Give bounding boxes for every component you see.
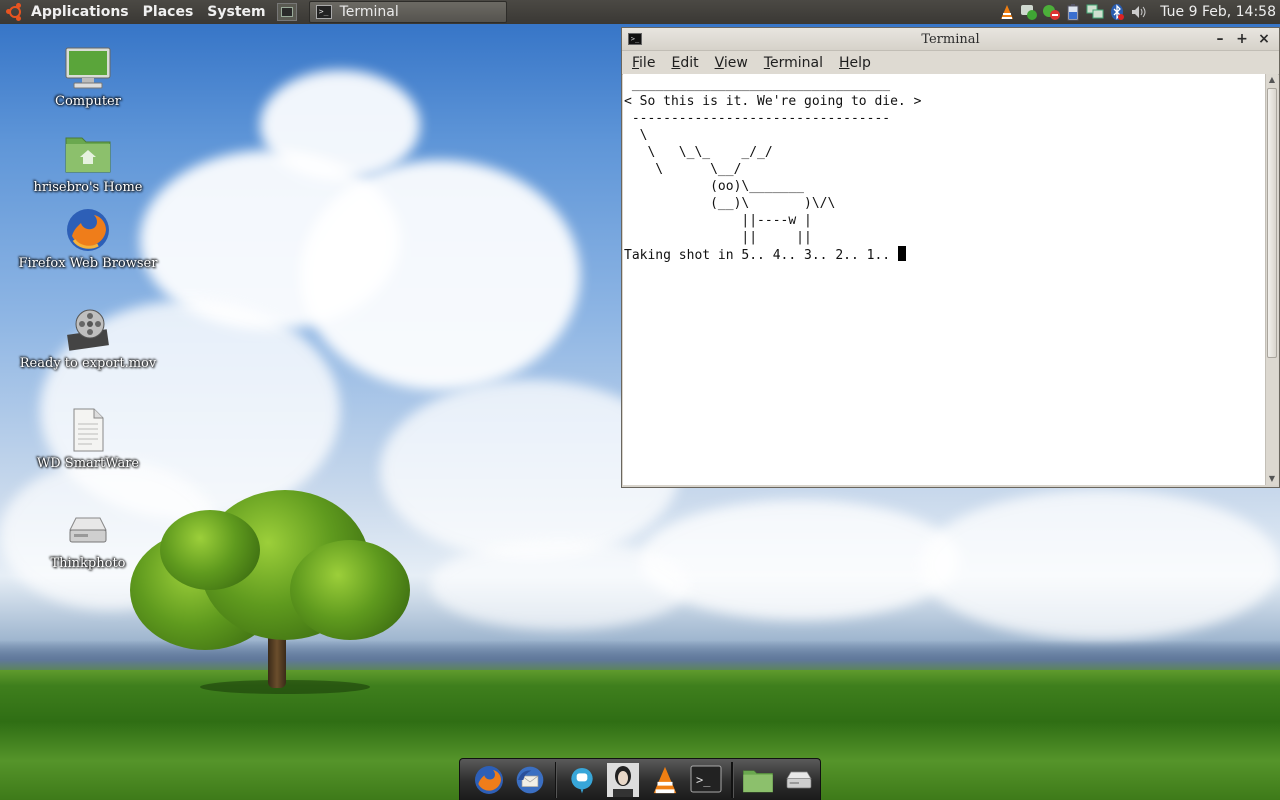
taskbar-terminal-button[interactable]: >_ Terminal xyxy=(308,1,507,23)
empathy-icon[interactable] xyxy=(564,762,599,798)
contact-photo-icon[interactable] xyxy=(606,762,641,798)
desktop-icon-computer[interactable]: Computer xyxy=(8,44,168,109)
show-desktop-icon[interactable] xyxy=(276,3,297,21)
computer-icon xyxy=(64,44,112,92)
home-folder-icon xyxy=(64,130,112,178)
desktop-icon-wd[interactable]: WD SmartWare xyxy=(8,406,168,471)
menu-help[interactable]: Help xyxy=(833,55,877,71)
window-titlebar[interactable]: >_ Terminal – + × xyxy=(622,28,1279,51)
menu-view[interactable]: View xyxy=(709,55,754,71)
menu-system[interactable]: System xyxy=(200,4,272,20)
menu-applications[interactable]: Applications xyxy=(24,4,136,20)
terminal-cursor xyxy=(897,246,906,261)
dock-separator xyxy=(730,761,734,798)
film-reel-icon xyxy=(64,306,112,354)
drive-icon xyxy=(64,506,112,554)
desktop-icon-label: hrisebro's Home xyxy=(33,180,143,195)
desktop-icon-label: WD SmartWare xyxy=(36,456,140,471)
menu-edit[interactable]: Edit xyxy=(665,55,704,71)
menu-terminal[interactable]: Terminal xyxy=(758,55,829,71)
system-tray: Tue 9 Feb, 14:58 xyxy=(996,0,1280,24)
terminal-icon[interactable]: >_ xyxy=(688,762,723,798)
terminal-output: _________________________________ < So t… xyxy=(624,77,922,263)
desktop-icon-home[interactable]: hrisebro's Home xyxy=(8,130,168,195)
firefox-icon xyxy=(64,206,112,254)
taskbar-window-label: Terminal xyxy=(339,4,399,20)
desktop-icon-thinkphoto[interactable]: Thinkphoto xyxy=(8,506,168,571)
desktop-icon-video[interactable]: Ready to export.mov xyxy=(8,306,168,371)
terminal-window[interactable]: >_ Terminal – + × File Edit View Termina… xyxy=(621,27,1280,488)
folder-icon[interactable] xyxy=(741,762,776,798)
terminal-icon: >_ xyxy=(628,33,642,45)
vlc-icon[interactable] xyxy=(647,762,682,798)
ubuntu-logo-icon[interactable] xyxy=(6,3,24,21)
scroll-down-icon[interactable]: ▼ xyxy=(1266,473,1278,485)
scrollbar-thumb[interactable] xyxy=(1267,88,1277,358)
menu-places[interactable]: Places xyxy=(136,4,201,20)
thunderbird-icon[interactable] xyxy=(512,762,547,798)
desktop-icon-label: Firefox Web Browser xyxy=(18,256,158,271)
chat-status-icon[interactable] xyxy=(1020,3,1038,21)
gwibber-icon[interactable] xyxy=(1042,3,1061,21)
firefox-icon[interactable] xyxy=(471,762,506,798)
terminal-output-area[interactable]: _________________________________ < So t… xyxy=(623,74,1265,485)
terminal-menubar: File Edit View Terminal Help xyxy=(622,51,1279,75)
top-panel: Applications Places System >_ Terminal T… xyxy=(0,0,1280,24)
document-icon xyxy=(64,406,112,454)
desktop-icon-label: Computer xyxy=(55,94,121,109)
bluetooth-icon[interactable] xyxy=(1108,3,1126,21)
vlc-icon[interactable] xyxy=(998,3,1016,21)
terminal-icon: >_ xyxy=(315,5,332,19)
maximize-button[interactable]: + xyxy=(1231,30,1253,48)
desktop-icon-firefox[interactable]: Firefox Web Browser xyxy=(8,206,168,271)
desktop-icon-label: Ready to export.mov xyxy=(19,356,157,371)
dock: >_ xyxy=(459,758,821,800)
network-icon[interactable] xyxy=(1086,3,1104,21)
window-title: Terminal xyxy=(921,31,980,47)
terminal-scrollbar[interactable]: ▲ ▼ xyxy=(1265,74,1278,485)
desktop-icon-label: Thinkphoto xyxy=(50,556,126,571)
volume-icon[interactable] xyxy=(1130,3,1148,21)
battery-icon[interactable] xyxy=(1064,3,1082,21)
dock-separator xyxy=(554,761,558,798)
clock[interactable]: Tue 9 Feb, 14:58 xyxy=(1160,4,1276,20)
trash-icon[interactable] xyxy=(782,762,817,798)
scroll-up-icon[interactable]: ▲ xyxy=(1266,74,1278,86)
close-button[interactable]: × xyxy=(1253,30,1275,48)
svg-text:>_: >_ xyxy=(696,773,711,787)
menu-file[interactable]: File xyxy=(626,55,661,71)
minimize-button[interactable]: – xyxy=(1209,30,1231,48)
